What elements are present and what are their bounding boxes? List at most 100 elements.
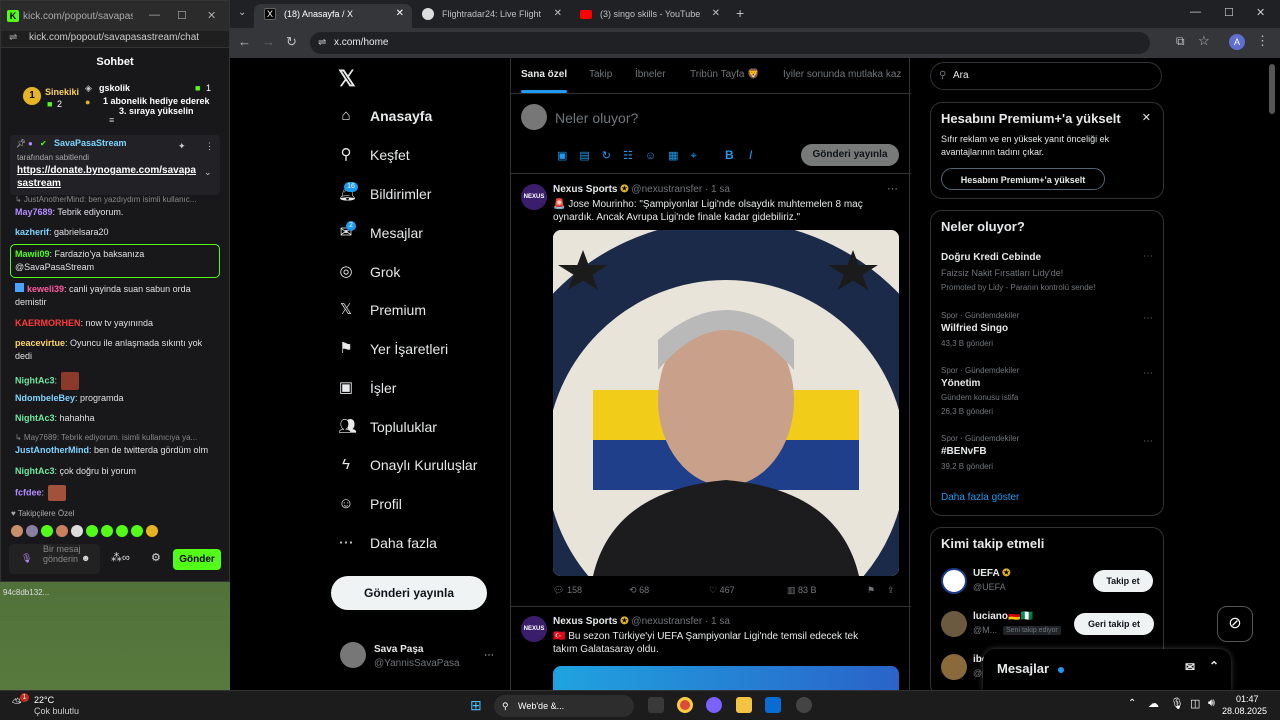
tab-flightradar[interactable]: Flightradar24: Live Flight Tracke ✕ [412, 4, 570, 28]
follow-button[interactable]: Takip et [1093, 570, 1153, 592]
trend-name[interactable]: Doğru Kredi Cebinde [941, 252, 1041, 263]
app-icon[interactable] [796, 697, 812, 713]
italic-icon[interactable]: I [749, 148, 752, 162]
premium-upgrade-button[interactable]: Hesabını Premium+'a yükselt [941, 168, 1105, 190]
scrollbar[interactable] [1269, 64, 1275, 114]
chat-message-input[interactable]: 🎙︎ Bir mesaj gönderin ☻ [9, 544, 100, 574]
author-name[interactable]: Nexus Sports [553, 616, 617, 627]
bookmark-star-icon[interactable]: ☆ [1198, 33, 1210, 49]
close-window-icon[interactable]: ✕ [1256, 6, 1265, 19]
bookmark-icon[interactable]: ⚑ [867, 585, 875, 596]
messages-drawer[interactable]: Mesajlar ✉ ⌃ [983, 649, 1231, 690]
tweet[interactable]: NEXUS Nexus Sports ✪ @nexustransfer · 1 … [511, 608, 911, 690]
trend-name[interactable]: Wilfried Singo [941, 323, 1008, 334]
nav-profile[interactable]: ☺ Profil [338, 489, 402, 519]
more-icon[interactable]: ⋯ [484, 650, 494, 661]
new-message-icon[interactable]: ✉ [1185, 660, 1195, 674]
author-name[interactable]: Nexus Sports [553, 184, 617, 195]
emote-icon[interactable] [146, 525, 158, 537]
volume-icon[interactable]: 🔊︎ [1208, 697, 1215, 710]
views-button[interactable]: ▥ 83 B [787, 585, 817, 596]
tab-list-1[interactable]: İbneler [635, 69, 666, 80]
tab-list-3[interactable]: İyiler sonunda mutlaka kaz [783, 69, 911, 80]
nav-more[interactable]: ⋯ Daha fazla [338, 528, 437, 558]
store-icon[interactable] [765, 697, 781, 713]
close-icon[interactable]: ✕ [207, 9, 216, 22]
emote-icon[interactable] [11, 525, 23, 537]
file-explorer-icon[interactable] [736, 697, 752, 713]
task-view-icon[interactable] [648, 697, 664, 713]
tweet-image[interactable] [553, 230, 899, 576]
chat-username[interactable]: kazherif [15, 227, 49, 237]
install-app-icon[interactable]: ⧉ [1176, 34, 1185, 49]
account-switcher[interactable]: Sava Paşa @YannisSavaPasa ⋯ [338, 638, 498, 672]
chat-username[interactable]: peacevirtue [15, 338, 65, 348]
emote-icon[interactable] [116, 525, 128, 537]
site-info-icon[interactable]: ⇌ [318, 32, 326, 54]
clock-time[interactable]: 01:47 [1236, 694, 1259, 704]
nav-communities[interactable]: 👥︎ Topluluklar [338, 412, 437, 442]
more-icon[interactable]: ⋯ [1143, 251, 1153, 262]
network-icon[interactable]: ◫ [1190, 697, 1200, 710]
avatar[interactable]: NEXUS [521, 616, 547, 642]
chat-username[interactable]: JustAnotherMind [15, 445, 89, 455]
chat-username[interactable]: KAERMORHEN [15, 318, 81, 328]
more-icon[interactable]: ⋮ [205, 141, 214, 152]
more-icon[interactable]: ⋯ [1143, 436, 1153, 447]
tab-following[interactable]: Takip [589, 69, 612, 80]
emote-icon[interactable] [41, 525, 53, 537]
chat-username[interactable]: NightAc3 [15, 375, 55, 385]
emote-icon[interactable] [86, 525, 98, 537]
expand-icon[interactable]: ≡ [109, 115, 114, 125]
minimize-icon[interactable]: — [1190, 6, 1201, 18]
send-button[interactable]: Gönder [173, 549, 221, 570]
expand-up-icon[interactable]: ⌃ [1209, 659, 1219, 673]
compose-toolbar-icons[interactable]: ▣▤↻☷☺▦⌖ [557, 149, 709, 163]
chat-username[interactable]: NightAc3 [15, 466, 55, 476]
compose-post-button[interactable]: Gönderi yayınla [801, 144, 899, 166]
chat-username[interactable]: Mawii09 [15, 249, 50, 259]
nav-messages[interactable]: ✉ 2 Mesajlar [338, 218, 423, 248]
share-icon[interactable]: ⇪ [887, 585, 895, 596]
nav-grok[interactable]: ◎ Grok [338, 257, 400, 287]
emote-icon[interactable] [131, 525, 143, 537]
retweet-button[interactable]: ⟲ 68 [629, 585, 649, 596]
kick-url-bar[interactable]: ⇌ kick.com/popout/savapasastream/chat [1, 31, 229, 48]
x-logo-icon[interactable]: 𝕏 [338, 66, 356, 92]
menu-icon[interactable]: ⋮ [1256, 33, 1269, 49]
tray-chevron-icon[interactable]: ⌃ [1128, 698, 1136, 709]
more-icon[interactable]: ⋯ [1143, 313, 1153, 324]
pinned-user[interactable]: SavaPasaStream [54, 138, 127, 148]
chat-username[interactable]: NightAc3 [15, 413, 55, 423]
chat-username[interactable]: May7689 [15, 207, 53, 217]
nav-home[interactable]: ⌂ Anasayfa [338, 101, 432, 131]
more-icon[interactable]: ⋯ [887, 182, 898, 195]
new-tab-icon[interactable]: + [736, 5, 744, 21]
tweet-image[interactable] [553, 666, 899, 690]
follow-back-button[interactable]: Geri takip et [1074, 613, 1154, 635]
emote-icon[interactable] [26, 525, 38, 537]
mic-icon[interactable]: 🎙︎ [21, 553, 32, 564]
close-tab-icon[interactable]: ✕ [396, 4, 404, 24]
close-tab-icon[interactable]: ✕ [554, 4, 562, 24]
chrome-icon[interactable] [677, 697, 693, 713]
compose-input[interactable]: Neler oluyor? [555, 110, 638, 126]
windows-start-icon[interactable]: ⊞ [470, 697, 482, 714]
clock-date[interactable]: 28.08.2025 [1222, 706, 1267, 716]
nav-bookmarks[interactable]: ⚑ Yer İşaretleri [338, 334, 448, 364]
avatar[interactable]: NEXUS [521, 184, 547, 210]
forward-icon[interactable]: → [262, 34, 275, 49]
chat-tools-icon[interactable]: ⁂∞ [111, 551, 130, 564]
nav-jobs[interactable]: ▣ İşler [338, 373, 397, 403]
grok-button[interactable]: ⊘ [1217, 606, 1253, 642]
tweet[interactable]: NEXUS Nexus Sports ✪ @nexustransfer · 1 … [511, 174, 911, 607]
reload-icon[interactable]: ↻ [286, 34, 297, 50]
chevron-down-icon[interactable]: ⌄ [204, 167, 212, 178]
emoji-icon[interactable]: ☻ [81, 553, 90, 563]
tab-for-you[interactable]: Sana özel [521, 69, 567, 80]
trend-name[interactable]: Yönetim [941, 378, 980, 389]
nav-premium[interactable]: 𝕏 Premium [338, 295, 426, 325]
emote-icon[interactable] [56, 525, 68, 537]
tab-youtube[interactable]: (3) singo skills - YouTube ✕ [570, 4, 728, 28]
chat-username[interactable]: NdombeleBey [15, 393, 75, 403]
